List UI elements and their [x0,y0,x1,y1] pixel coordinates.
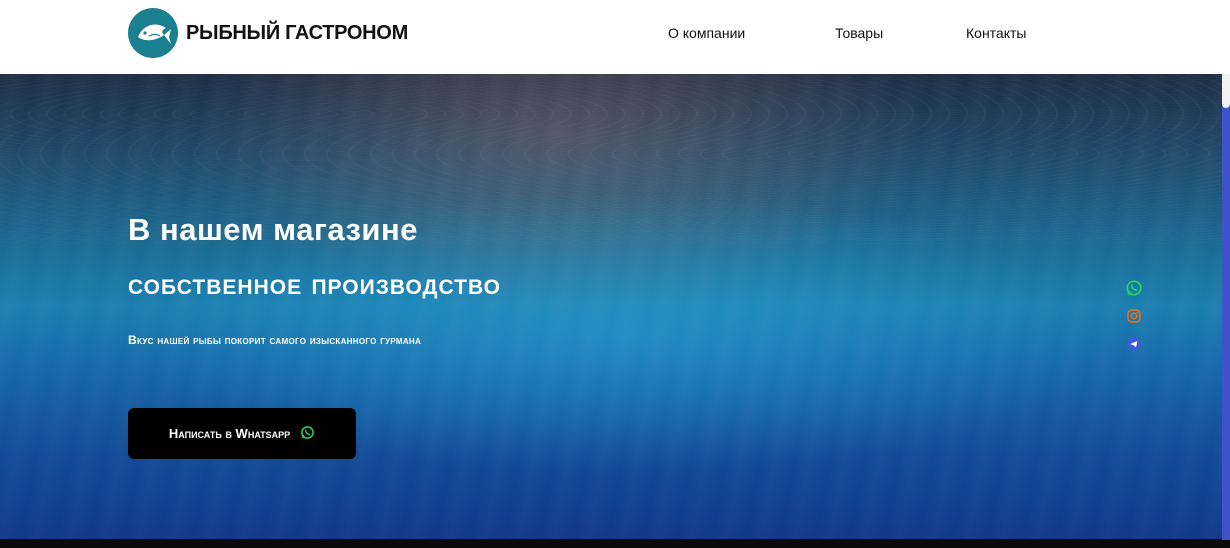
scrollbar-track[interactable] [1222,100,1230,540]
site-header: РЫБНЫЙ ГАСТРОНОМ О компании Товары Конта… [0,0,1230,74]
nav-contacts[interactable]: Контакты [966,25,1026,41]
nav-products[interactable]: Товары [835,25,883,41]
social-links [1125,279,1143,353]
hero-title-line1: В нашем магазине [128,212,418,247]
hero-banner [0,74,1230,539]
instagram-icon[interactable] [1125,307,1143,325]
whatsapp-icon [300,425,315,443]
hero-title-line2: собственное производство [128,268,501,301]
cta-label: Написать в Whatsapp [168,426,291,441]
telegram-icon[interactable] [1125,335,1143,353]
hero-subtitle: Вкус нашей рыбы покорит самого изысканно… [128,333,422,347]
nav-about[interactable]: О компании [668,25,745,41]
scrollbar-thumb[interactable] [1222,74,1230,108]
main-nav: О компании Товары Контакты [0,25,1230,45]
page-bottom-strip [0,539,1230,548]
whatsapp-cta-button[interactable]: Написать в Whatsapp [128,408,356,459]
whatsapp-icon[interactable] [1125,279,1143,297]
